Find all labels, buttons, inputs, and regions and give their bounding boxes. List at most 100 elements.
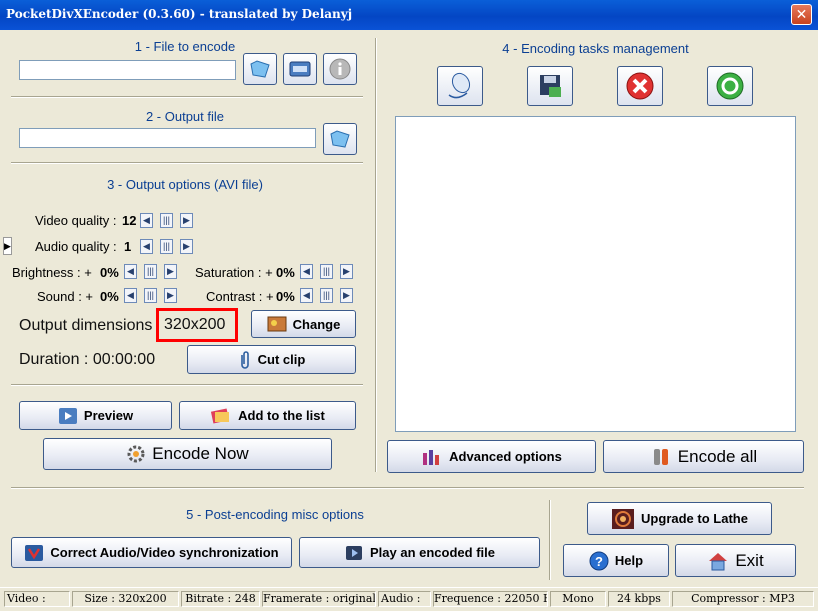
help-icon: ? (589, 551, 609, 570)
encode-all-label: Encode all (677, 446, 758, 466)
output-dimensions-label: Output dimensions (19, 317, 153, 334)
preview-label: Preview (83, 408, 134, 423)
add-list-icon (211, 407, 230, 424)
encode-now-label: Encode Now (152, 444, 249, 463)
separator (11, 487, 804, 489)
preview-button[interactable]: Preview (19, 401, 172, 430)
saturation-value: 0% (276, 265, 295, 280)
contrast-label: Contrast : + (206, 289, 274, 304)
encode-all-button[interactable]: Encode all (603, 440, 804, 473)
status-mono: Mono (550, 591, 606, 607)
lathe-icon (612, 508, 635, 529)
exit-label: Exit (735, 550, 764, 570)
folder-icon (330, 130, 350, 148)
output-file-input[interactable] (19, 128, 316, 148)
change-dimensions-button[interactable]: Change (251, 310, 356, 338)
section3-title: 3 - Output options (AVI file) (107, 177, 263, 192)
sound-stepper[interactable]: ◀ ||| ▶ (124, 288, 182, 303)
task-refresh-button[interactable] (707, 66, 753, 106)
upgrade-label: Upgrade to Lathe (641, 511, 748, 526)
file-to-encode-input[interactable] (19, 60, 236, 80)
duration-label: Duration : 00:00:00 (19, 351, 156, 368)
add-to-list-button[interactable]: Add to the list (179, 401, 356, 430)
audio-quality-value: 1 (124, 239, 132, 254)
green-refresh-icon (716, 72, 744, 100)
svg-text:?: ? (595, 554, 603, 569)
upgrade-button[interactable]: Upgrade to Lathe (587, 502, 772, 535)
advanced-options-button[interactable]: Advanced options (387, 440, 596, 473)
brightness-label: Brightness : + (12, 265, 92, 280)
close-button[interactable]: ✕ (791, 4, 812, 25)
status-frequency: Frequence : 22050 Hz (433, 591, 548, 607)
status-framerate: Framerate : original (262, 591, 376, 607)
audio-quality-stepper[interactable]: ◀ ||| ▶ (140, 239, 198, 254)
correct-sync-button[interactable]: Correct Audio/Video synchronization (11, 537, 292, 568)
output-dimensions-value: 320x200 (164, 316, 226, 333)
mouse-icon (448, 72, 471, 99)
encode-all-icon (653, 448, 668, 465)
video-quality-label: Video quality : (35, 213, 117, 228)
rename-button[interactable] (283, 53, 317, 85)
status-compressor: Compressor : MP3 (672, 591, 814, 607)
section1-title: 1 - File to encode (134, 39, 236, 54)
encoding-tasks-list[interactable] (395, 116, 796, 432)
floppy-save-icon (540, 75, 561, 97)
contrast-stepper[interactable]: ◀ ||| ▶ (300, 288, 358, 303)
preview-icon (58, 407, 77, 424)
contrast-value: 0% (276, 289, 295, 304)
section2-title: 2 - Output file (145, 109, 225, 124)
audio-quality-label: Audio quality : (35, 239, 117, 254)
task-save-button[interactable] (527, 66, 573, 106)
saturation-label: Saturation : + (195, 265, 273, 280)
separator (11, 384, 363, 386)
window-title: PocketDivXEncoder (0.3.60) - translated … (6, 7, 353, 21)
task-delete-button[interactable] (617, 66, 663, 106)
browse-output-button[interactable] (323, 123, 357, 155)
sound-value: 0% (100, 289, 119, 304)
status-size: Size : 320x200 (72, 591, 179, 607)
title-bar[interactable]: PocketDivXEncoder (0.3.60) - translated … (0, 0, 818, 30)
status-bitrate: Bitrate : 248 (181, 591, 260, 607)
sync-icon (25, 544, 44, 561)
encode-now-button[interactable]: Encode Now (43, 438, 332, 470)
saturation-stepper[interactable]: ◀ ||| ▶ (300, 264, 358, 279)
help-button[interactable]: ? Help (563, 544, 669, 577)
correct-sync-label: Correct Audio/Video synchronization (50, 545, 279, 560)
resize-image-icon (267, 316, 287, 332)
cut-clip-label: Cut clip (257, 352, 306, 367)
folder-icon (250, 60, 270, 78)
separator (11, 96, 363, 98)
vertical-separator (375, 38, 377, 472)
paperclip-icon (240, 350, 249, 369)
play-encoded-button[interactable]: Play an encoded file (299, 537, 540, 568)
separator (11, 162, 363, 164)
info-button[interactable] (323, 53, 357, 85)
add-to-list-label: Add to the list (238, 408, 325, 423)
status-video: Video : (4, 591, 70, 607)
section4-title: 4 - Encoding tasks management (502, 41, 689, 56)
help-label: Help (614, 553, 644, 568)
brightness-stepper[interactable]: ◀ ||| ▶ (124, 264, 182, 279)
red-x-delete-icon (626, 72, 654, 100)
browse-input-button[interactable] (243, 53, 277, 85)
play-encoded-label: Play an encoded file (370, 545, 495, 560)
vertical-separator (549, 500, 551, 580)
main-window: PocketDivXEncoder (0.3.60) - translated … (0, 0, 818, 611)
cut-clip-button[interactable]: Cut clip (187, 345, 356, 374)
change-label: Change (292, 316, 341, 332)
status-kbps: 24 kbps (608, 591, 670, 607)
film-icon (346, 545, 362, 560)
brightness-value: 0% (100, 265, 119, 280)
side-expand-arrow[interactable]: ▶ (3, 237, 12, 255)
advanced-options-icon (423, 449, 440, 465)
status-bar: Video : Size : 320x200 Bitrate : 248 Fra… (0, 587, 818, 611)
advanced-options-label: Advanced options (449, 449, 562, 464)
video-quality-value: 12 (122, 213, 137, 228)
section5-title: 5 - Post-encoding misc options (186, 507, 364, 522)
house-exit-icon (709, 552, 728, 570)
info-icon (329, 58, 351, 80)
gear-icon (127, 445, 145, 463)
task-mouse-button[interactable] (437, 66, 483, 106)
exit-button[interactable]: Exit (675, 544, 796, 577)
video-quality-stepper[interactable]: ◀ ||| ▶ (140, 213, 198, 228)
